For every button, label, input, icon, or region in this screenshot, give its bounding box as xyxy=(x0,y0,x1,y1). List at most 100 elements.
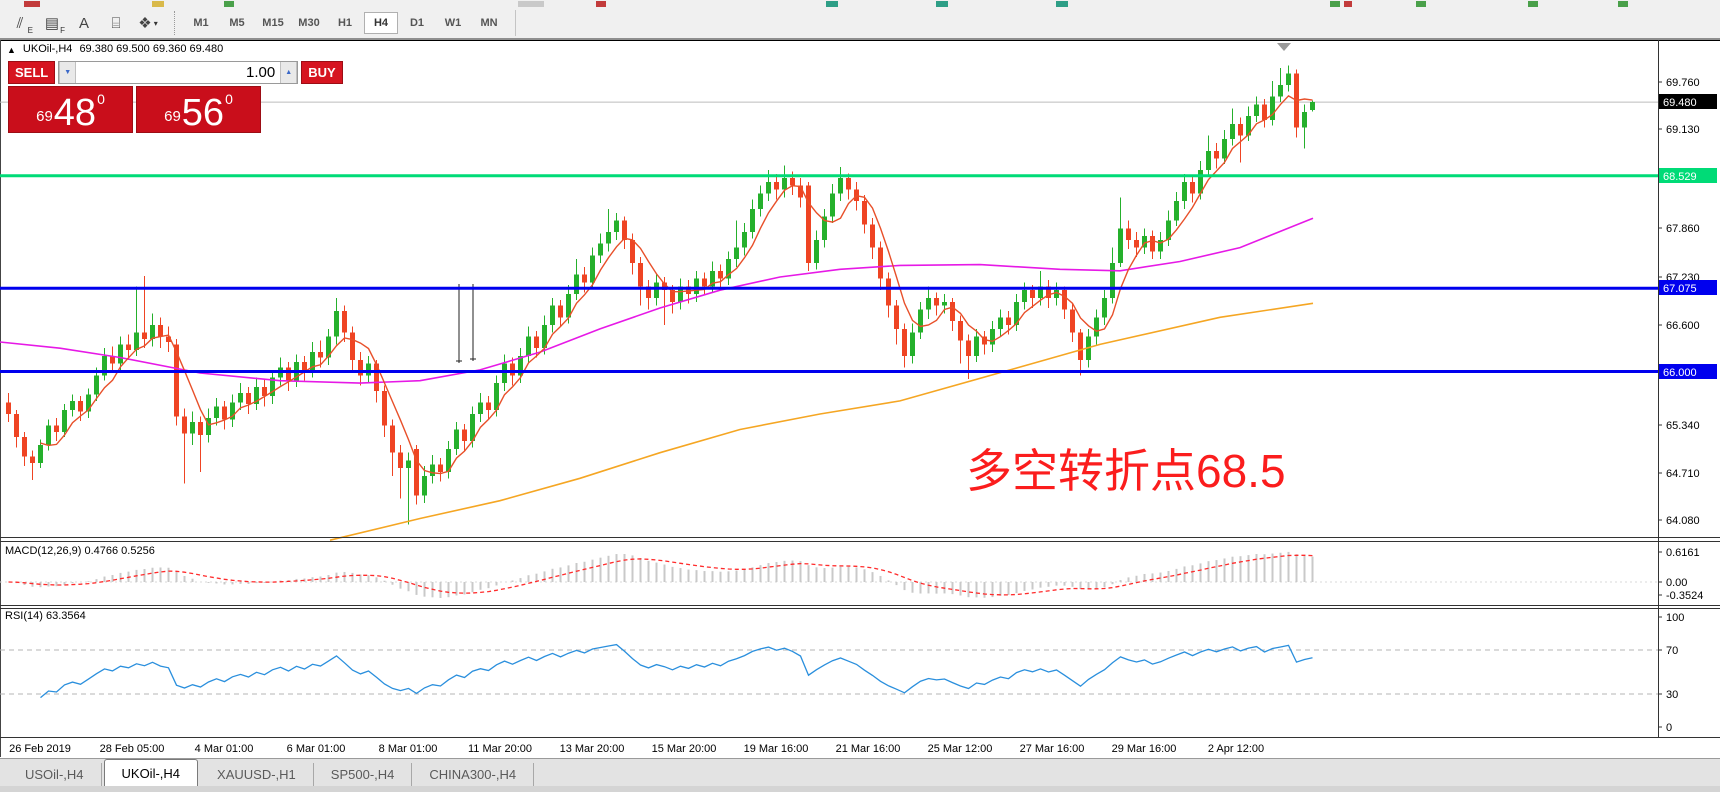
buy-price-display[interactable]: 69560 xyxy=(136,86,261,133)
candle-body xyxy=(438,464,443,472)
candle-body xyxy=(958,321,963,340)
candle-body xyxy=(1238,124,1243,136)
candle-body xyxy=(766,182,771,194)
macd-axis-label: 0.00 xyxy=(1666,577,1687,589)
trading-terminal: ⫽E▤FA⌸❖▾ M1M5M15M30H1H4D1W1MN 多空转折点68.56… xyxy=(0,0,1720,792)
candle-body xyxy=(1310,102,1315,110)
candle-body xyxy=(1118,228,1123,263)
price-axis-label: 64.710 xyxy=(1666,468,1700,480)
candle-body xyxy=(1286,73,1291,85)
chart-tab-china300-h4[interactable]: CHINA300-,H4 xyxy=(412,763,534,786)
candle-body xyxy=(718,271,723,279)
candle-body xyxy=(1030,290,1035,298)
candle-body xyxy=(1230,124,1235,139)
up-arrow-icon: ▲ xyxy=(285,69,292,76)
time-axis-label: 29 Mar 16:00 xyxy=(1112,743,1177,755)
time-axis-label: 15 Mar 20:00 xyxy=(652,743,717,755)
candle-body xyxy=(814,240,819,263)
rsi-axis-label: 70 xyxy=(1666,645,1678,657)
candle-body xyxy=(422,476,427,495)
candle-body xyxy=(54,426,59,432)
candle-body xyxy=(966,340,971,355)
candle-body xyxy=(366,364,371,376)
chart-tab-ukoil-h4[interactable]: UKOil-,H4 xyxy=(104,759,199,786)
rsi-axis-label: 30 xyxy=(1666,689,1678,701)
candle-body xyxy=(702,279,707,287)
candle-body xyxy=(1134,240,1139,248)
chart-shift-marker-icon xyxy=(1277,43,1291,51)
candle-body xyxy=(1094,317,1099,336)
candle-body xyxy=(390,426,395,453)
candle-body xyxy=(1206,151,1211,170)
rsi-axis-label: 100 xyxy=(1666,612,1684,624)
chart-annotation-text: 多空转折点68.5 xyxy=(966,445,1286,497)
candle-body xyxy=(1222,139,1227,158)
volume-input[interactable] xyxy=(76,62,280,83)
price-axis-label: 66.600 xyxy=(1666,320,1700,332)
volume-increase-button[interactable]: ▲ xyxy=(280,62,297,83)
chart-tab-xauusd-h1[interactable]: XAUUSD-,H1 xyxy=(200,763,314,786)
candle-body xyxy=(78,401,83,412)
candle-body xyxy=(1102,298,1107,317)
chart-tab-usoil-h4[interactable]: USOil-,H4 xyxy=(8,763,102,786)
candle-body xyxy=(782,178,787,190)
volume-decrease-button[interactable]: ▼ xyxy=(59,62,76,83)
candle-body xyxy=(334,311,339,337)
candle-body xyxy=(526,337,531,356)
candle-body xyxy=(222,406,227,419)
candle-body xyxy=(806,186,811,263)
candle-body xyxy=(846,178,851,190)
candle-body xyxy=(742,232,747,247)
candle-body xyxy=(30,457,35,463)
candle-body xyxy=(950,302,955,321)
candle-body xyxy=(510,364,515,376)
price-axis-label: 67.860 xyxy=(1666,223,1700,235)
candle-body xyxy=(926,298,931,310)
candle-body xyxy=(150,325,155,339)
candle-body xyxy=(574,275,579,294)
buy-button[interactable]: BUY xyxy=(301,61,342,84)
candle-body xyxy=(462,429,467,441)
candle-body xyxy=(454,429,459,448)
macd-axis-label: 0.6161 xyxy=(1666,547,1700,559)
candle-body xyxy=(638,263,643,286)
candle-body xyxy=(1190,182,1195,194)
time-axis-label: 8 Mar 01:00 xyxy=(379,743,438,755)
sell-button[interactable]: SELL xyxy=(8,61,55,84)
candle-body xyxy=(62,410,67,432)
candle-body xyxy=(38,445,43,463)
time-axis-label: 27 Mar 16:00 xyxy=(1020,743,1085,755)
buy-price-sup: 0 xyxy=(225,91,233,107)
candle-body xyxy=(142,333,147,339)
candle-body xyxy=(502,364,507,383)
candle-body xyxy=(430,464,435,476)
time-axis-label: 13 Mar 20:00 xyxy=(560,743,625,755)
time-axis-label: 19 Mar 16:00 xyxy=(744,743,809,755)
candle-body xyxy=(790,178,795,186)
candle-body xyxy=(46,426,51,445)
price-axis-label: 69.130 xyxy=(1666,124,1700,136)
chart-tabs: USOil-,H4UKOil-,H4XAUUSD-,H1SP500-,H4CHI… xyxy=(0,758,1720,786)
candle-body xyxy=(734,248,739,260)
candle-body xyxy=(1262,104,1267,119)
price-badge-label: 68.529 xyxy=(1663,171,1697,183)
toolbar-bottom-edge xyxy=(0,38,1720,40)
candle-body xyxy=(22,437,27,456)
candle-body xyxy=(1150,236,1155,251)
candle-body xyxy=(582,275,587,283)
chart-tab-sp500-h4[interactable]: SP500-,H4 xyxy=(314,763,413,786)
candle-body xyxy=(990,329,995,344)
rsi-axis-label: 0 xyxy=(1666,722,1672,734)
sell-price-display[interactable]: 69480 xyxy=(8,86,133,133)
candle-body xyxy=(1174,201,1179,220)
candle-body xyxy=(910,333,915,356)
rsi-indicator-label: RSI(14) 63.3564 xyxy=(5,610,86,622)
collapse-arrow-icon[interactable]: ▲ xyxy=(7,45,16,55)
rsi-line xyxy=(41,645,1313,698)
candle-body xyxy=(1182,182,1187,201)
candle-body xyxy=(350,333,355,360)
candle-body xyxy=(614,221,619,233)
candle-body xyxy=(606,232,611,244)
candle-body xyxy=(1078,333,1083,360)
candle-body xyxy=(998,317,1003,329)
